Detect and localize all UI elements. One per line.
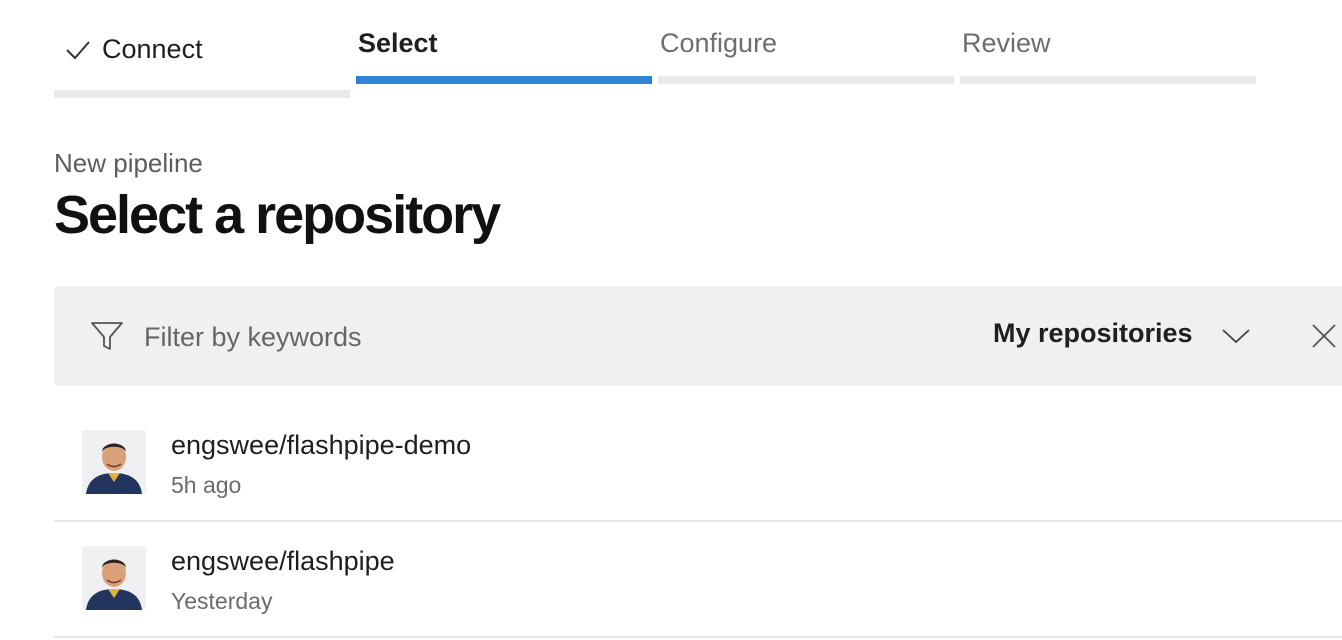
step-progress-bar: [960, 76, 1256, 84]
page-title: Select a repository: [54, 185, 501, 245]
repository-updated-time: Yesterday: [171, 588, 273, 614]
wizard-step-configure[interactable]: Configure: [658, 28, 954, 88]
step-progress-bar-active: [356, 76, 652, 84]
close-icon[interactable]: [1310, 322, 1338, 350]
repository-name: engswee/flashpipe: [171, 546, 395, 576]
chevron-down-icon: [1222, 329, 1250, 344]
wizard-step-connect[interactable]: Connect: [54, 30, 350, 100]
wizard-step-label: Configure: [660, 28, 778, 58]
repository-updated-time: 5h ago: [171, 472, 242, 498]
filter-icon: [91, 322, 123, 350]
page-subtitle: New pipeline: [54, 148, 203, 178]
checkmark-icon: [66, 41, 90, 60]
avatar: [82, 546, 146, 610]
filter-bar: My repositories: [54, 286, 1342, 386]
repository-list-item[interactable]: engswee/flashpipe-demo 5h ago: [54, 404, 1342, 522]
wizard-step-label: Select: [358, 28, 438, 58]
repository-name: engswee/flashpipe-demo: [171, 430, 472, 460]
wizard-step-select[interactable]: Select: [356, 28, 652, 88]
avatar: [82, 430, 146, 494]
wizard-step-label: Connect: [102, 34, 203, 64]
filter-input[interactable]: [142, 316, 746, 358]
repository-list-item[interactable]: engswee/flashpipe Yesterday: [54, 520, 1342, 638]
repository-scope-label: My repositories: [993, 318, 1193, 348]
wizard-step-label: Review: [962, 28, 1051, 58]
step-progress-bar: [54, 90, 350, 98]
step-progress-bar: [658, 76, 954, 84]
wizard-step-review[interactable]: Review: [960, 28, 1256, 88]
